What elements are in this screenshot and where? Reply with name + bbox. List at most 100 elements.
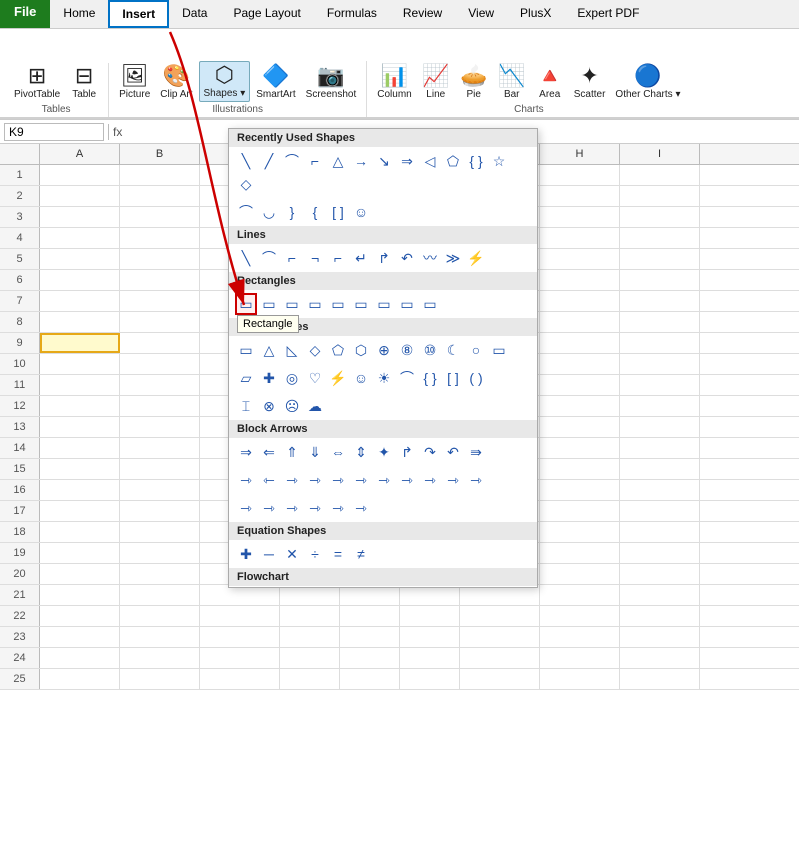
cell-A5[interactable] [40,249,120,269]
cell-B19[interactable] [120,543,200,563]
cell-C24[interactable] [200,648,280,668]
cell-E24[interactable] [340,648,400,668]
cell-B10[interactable] [120,354,200,374]
tab-review[interactable]: Review [390,0,455,28]
cell-B5[interactable] [120,249,200,269]
cell-I23[interactable] [620,627,700,647]
cell-H21[interactable] [540,585,620,605]
line-stepped[interactable]: ⌐ [327,247,349,269]
cell-B4[interactable] [120,228,200,248]
tab-file[interactable]: File [0,0,50,28]
cell-H22[interactable] [540,606,620,626]
cell-A9[interactable] [40,333,120,353]
cell-D24[interactable] [280,648,340,668]
shape-left-arrow[interactable]: ◁ [419,150,441,172]
cell-E23[interactable] [340,627,400,647]
cell-A22[interactable] [40,606,120,626]
btn-other-charts[interactable]: 🔵 Other Charts ▾ [611,63,684,102]
cell-H20[interactable] [540,564,620,584]
block-arrow8[interactable]: ⇾ [465,469,487,491]
cell-I15[interactable] [620,459,700,479]
basic-diamond[interactable]: ◇ [304,339,326,361]
shape-snip-round[interactable]: ▭ [327,293,349,315]
cell-I14[interactable] [620,438,700,458]
cell-B3[interactable] [120,207,200,227]
shape-line[interactable]: ╲ [235,150,257,172]
cell-I16[interactable] [620,480,700,500]
block-arrow10[interactable]: ⇾ [258,497,280,519]
cell-G24[interactable] [460,648,540,668]
line-curved[interactable]: ⌒ [258,247,280,269]
cell-B16[interactable] [120,480,200,500]
block-curved-left[interactable]: ↶ [442,441,464,463]
cell-B6[interactable] [120,270,200,290]
btn-smartart[interactable]: 🔷 SmartArt [252,63,299,102]
eq-multiply[interactable]: ✕ [281,543,303,565]
btn-line-chart[interactable]: 📈 Line [418,63,454,102]
block-arrow5[interactable]: ⇾ [396,469,418,491]
shape-connector[interactable]: ⌒ [281,150,303,172]
block-left2[interactable]: ⇽ [258,469,280,491]
block-arrow13[interactable]: ⇾ [327,497,349,519]
basic-lightning[interactable]: ⚡ [327,367,349,389]
cell-F22[interactable] [400,606,460,626]
cell-A18[interactable] [40,522,120,542]
cell-A21[interactable] [40,585,120,605]
cell-E22[interactable] [340,606,400,626]
cell-I7[interactable] [620,291,700,311]
cell-B2[interactable] [120,186,200,206]
cell-D21[interactable] [280,585,340,605]
cell-B15[interactable] [120,459,200,479]
shapes-dropdown[interactable]: Recently Used Shapes ╲ ╱ ⌒ ⌐ △ → ↘ ⇒ ◁ ⬠… [228,128,538,588]
shape-arrow-right[interactable]: → [350,150,372,172]
cell-F21[interactable] [400,585,460,605]
line-double[interactable]: ≫ [442,247,464,269]
cell-H25[interactable] [540,669,620,689]
shape-curly2[interactable]: } [281,201,303,223]
basic-heptagon[interactable]: ⊕ [373,339,395,361]
cell-H17[interactable] [540,501,620,521]
btn-pie-chart[interactable]: 🥧 Pie [456,63,492,102]
cell-I24[interactable] [620,648,700,668]
tab-page-layout[interactable]: Page Layout [220,0,313,28]
cell-I8[interactable] [620,312,700,332]
block-curved-right[interactable]: ↷ [419,441,441,463]
basic-cloud[interactable]: ☁ [304,395,326,417]
basic-heart[interactable]: ♡ [304,367,326,389]
btn-area-chart[interactable]: 🔺 Area [532,63,568,102]
basic-smiley2[interactable]: ☹ [281,395,303,417]
cell-B13[interactable] [120,417,200,437]
cell-I6[interactable] [620,270,700,290]
line-right-angle1[interactable]: ⌐ [281,247,303,269]
btn-table[interactable]: ⊟ Table [66,63,102,102]
shape-smiley[interactable]: ☺ [350,201,372,223]
tab-insert[interactable]: Insert [108,0,169,28]
cell-B17[interactable] [120,501,200,521]
cell-A17[interactable] [40,501,120,521]
block-arrow3[interactable]: ⇾ [350,469,372,491]
shape-triangle[interactable]: △ [327,150,349,172]
cell-H10[interactable] [540,354,620,374]
eq-equals[interactable]: = [327,543,349,565]
eq-divide[interactable]: ÷ [304,543,326,565]
cell-E25[interactable] [340,669,400,689]
cell-H15[interactable] [540,459,620,479]
cell-I13[interactable] [620,417,700,437]
basic-rect[interactable]: ▭ [235,339,257,361]
cell-H12[interactable] [540,396,620,416]
cell-H3[interactable] [540,207,620,227]
cell-H24[interactable] [540,648,620,668]
cell-F25[interactable] [400,669,460,689]
block-arrow6[interactable]: ⇾ [419,469,441,491]
cell-A6[interactable] [40,270,120,290]
cell-H13[interactable] [540,417,620,437]
cell-H4[interactable] [540,228,620,248]
cell-I25[interactable] [620,669,700,689]
cell-H6[interactable] [540,270,620,290]
cell-I17[interactable] [620,501,700,521]
btn-bar-chart[interactable]: 📉 Bar [494,63,530,102]
shape-line2[interactable]: ╱ [258,150,280,172]
cell-A8[interactable] [40,312,120,332]
tab-expert-pdf[interactable]: Expert PDF [564,0,652,28]
cell-I4[interactable] [620,228,700,248]
